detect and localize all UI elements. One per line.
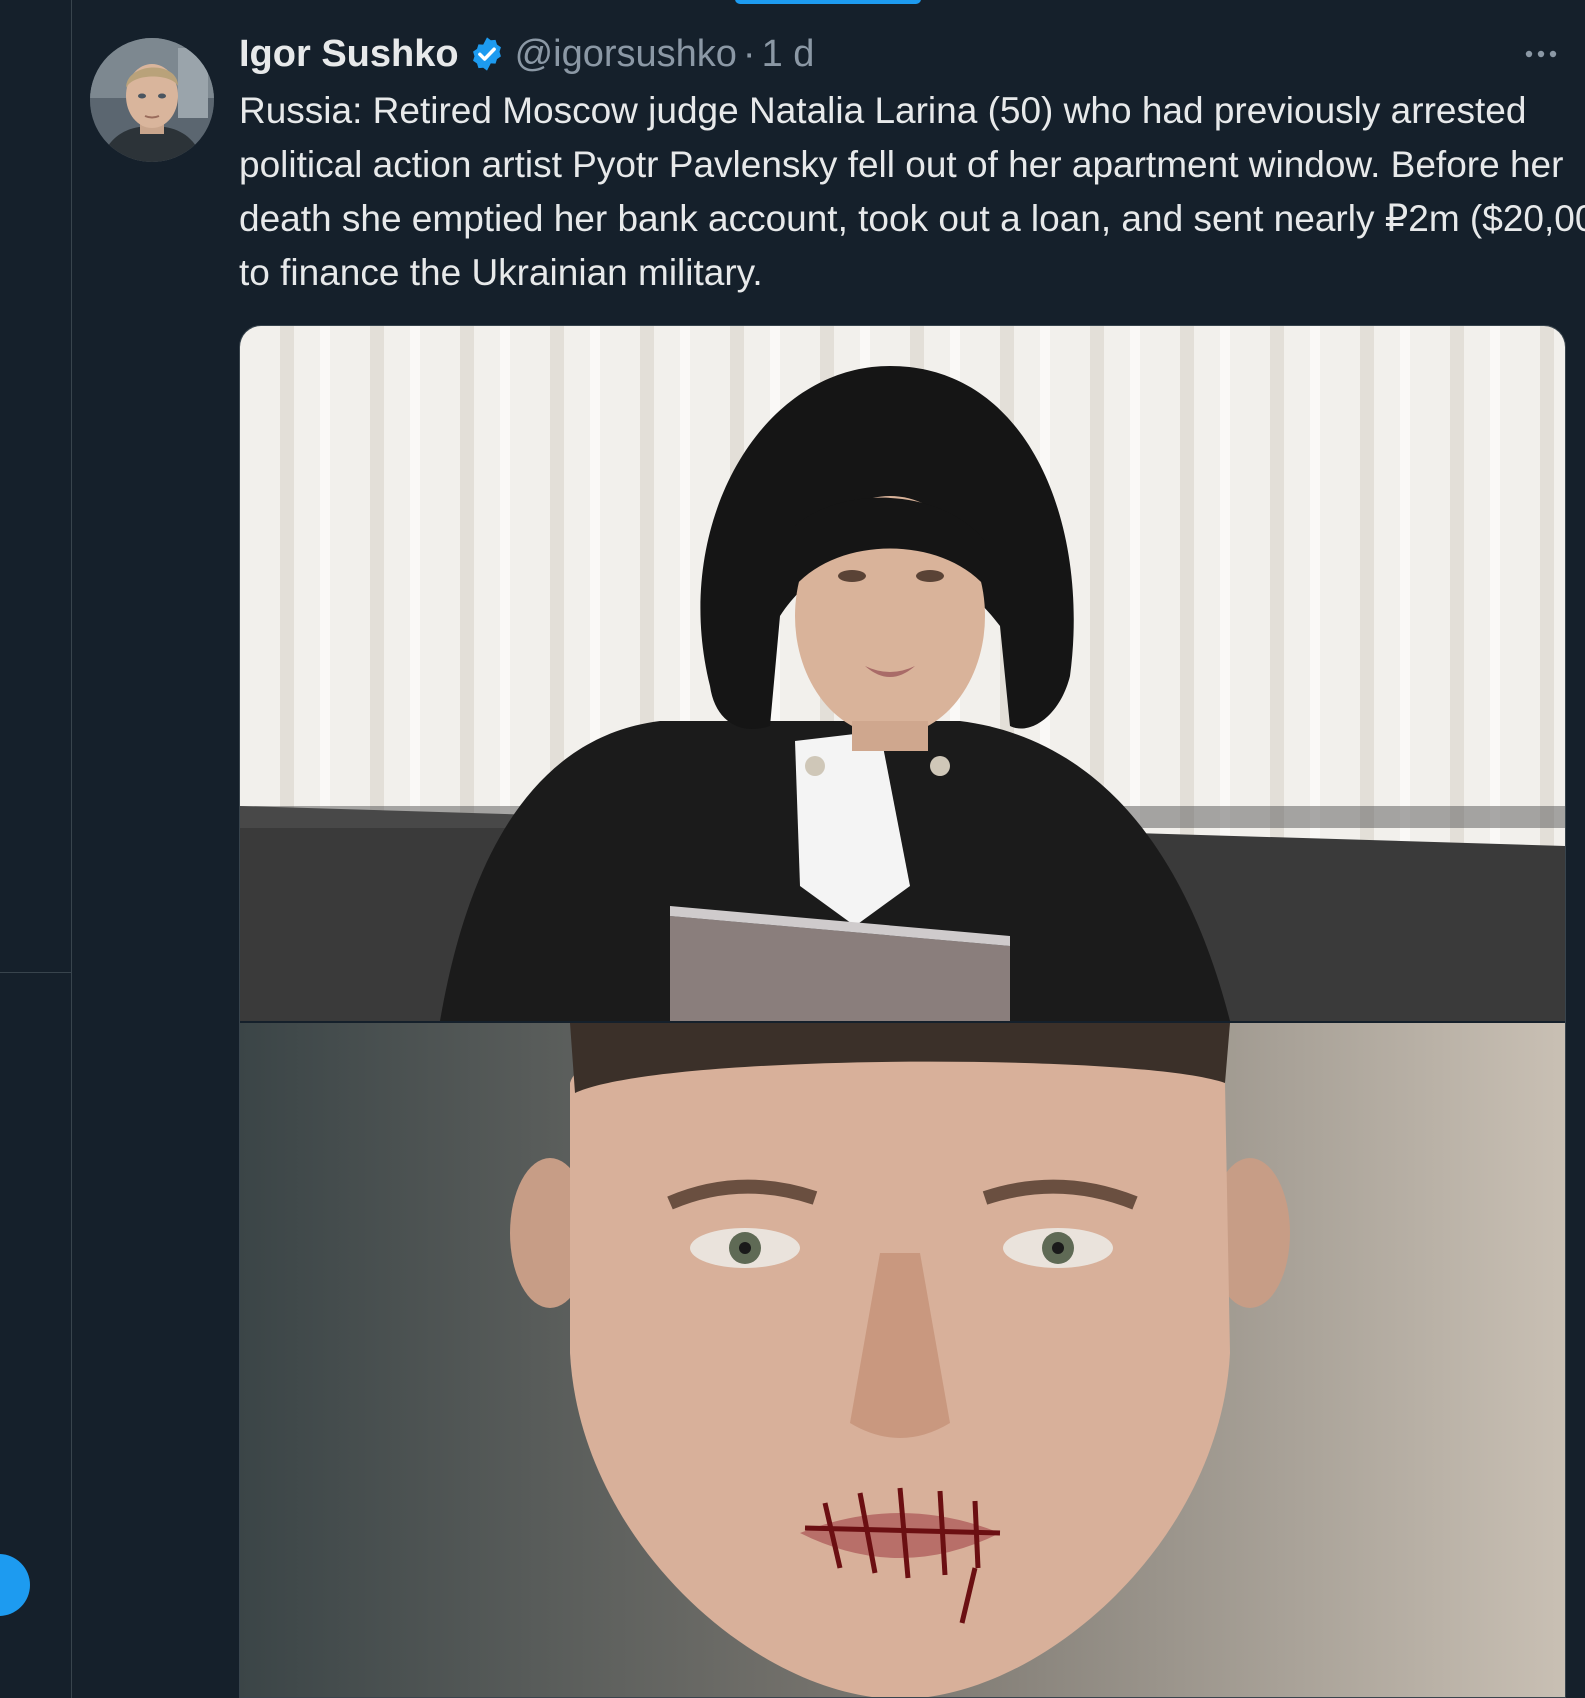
tweet-text: Russia: Retired Moscow judge Natalia Lar… — [239, 90, 1585, 293]
header-separator: · — [742, 32, 756, 75]
author-handle[interactable]: @igorsushko — [515, 33, 737, 76]
author-name[interactable]: Igor Sushko — [239, 33, 459, 76]
tweet-photo-artist[interactable] — [240, 1023, 1565, 1697]
tweet-timestamp[interactable]: 1 d — [762, 33, 815, 76]
nav-divider — [0, 972, 72, 973]
verified-badge-icon — [468, 35, 506, 73]
tweet-header: Igor Sushko @igorsushko · 1 d — [239, 26, 814, 82]
avatar-image — [90, 38, 214, 162]
tweet-media[interactable] — [239, 325, 1566, 1698]
tweet[interactable]: Igor Sushko @igorsushko · 1 d Russia: Re… — [72, 0, 1585, 1698]
app-window: Igor Sushko @igorsushko · 1 d Russia: Re… — [0, 0, 1585, 1698]
tweet-photo-judge[interactable] — [240, 326, 1565, 1021]
more-options-icon[interactable] — [1517, 34, 1565, 74]
avatar[interactable] — [90, 38, 214, 162]
compose-button[interactable] — [0, 1554, 30, 1616]
left-navigation — [0, 0, 72, 1698]
